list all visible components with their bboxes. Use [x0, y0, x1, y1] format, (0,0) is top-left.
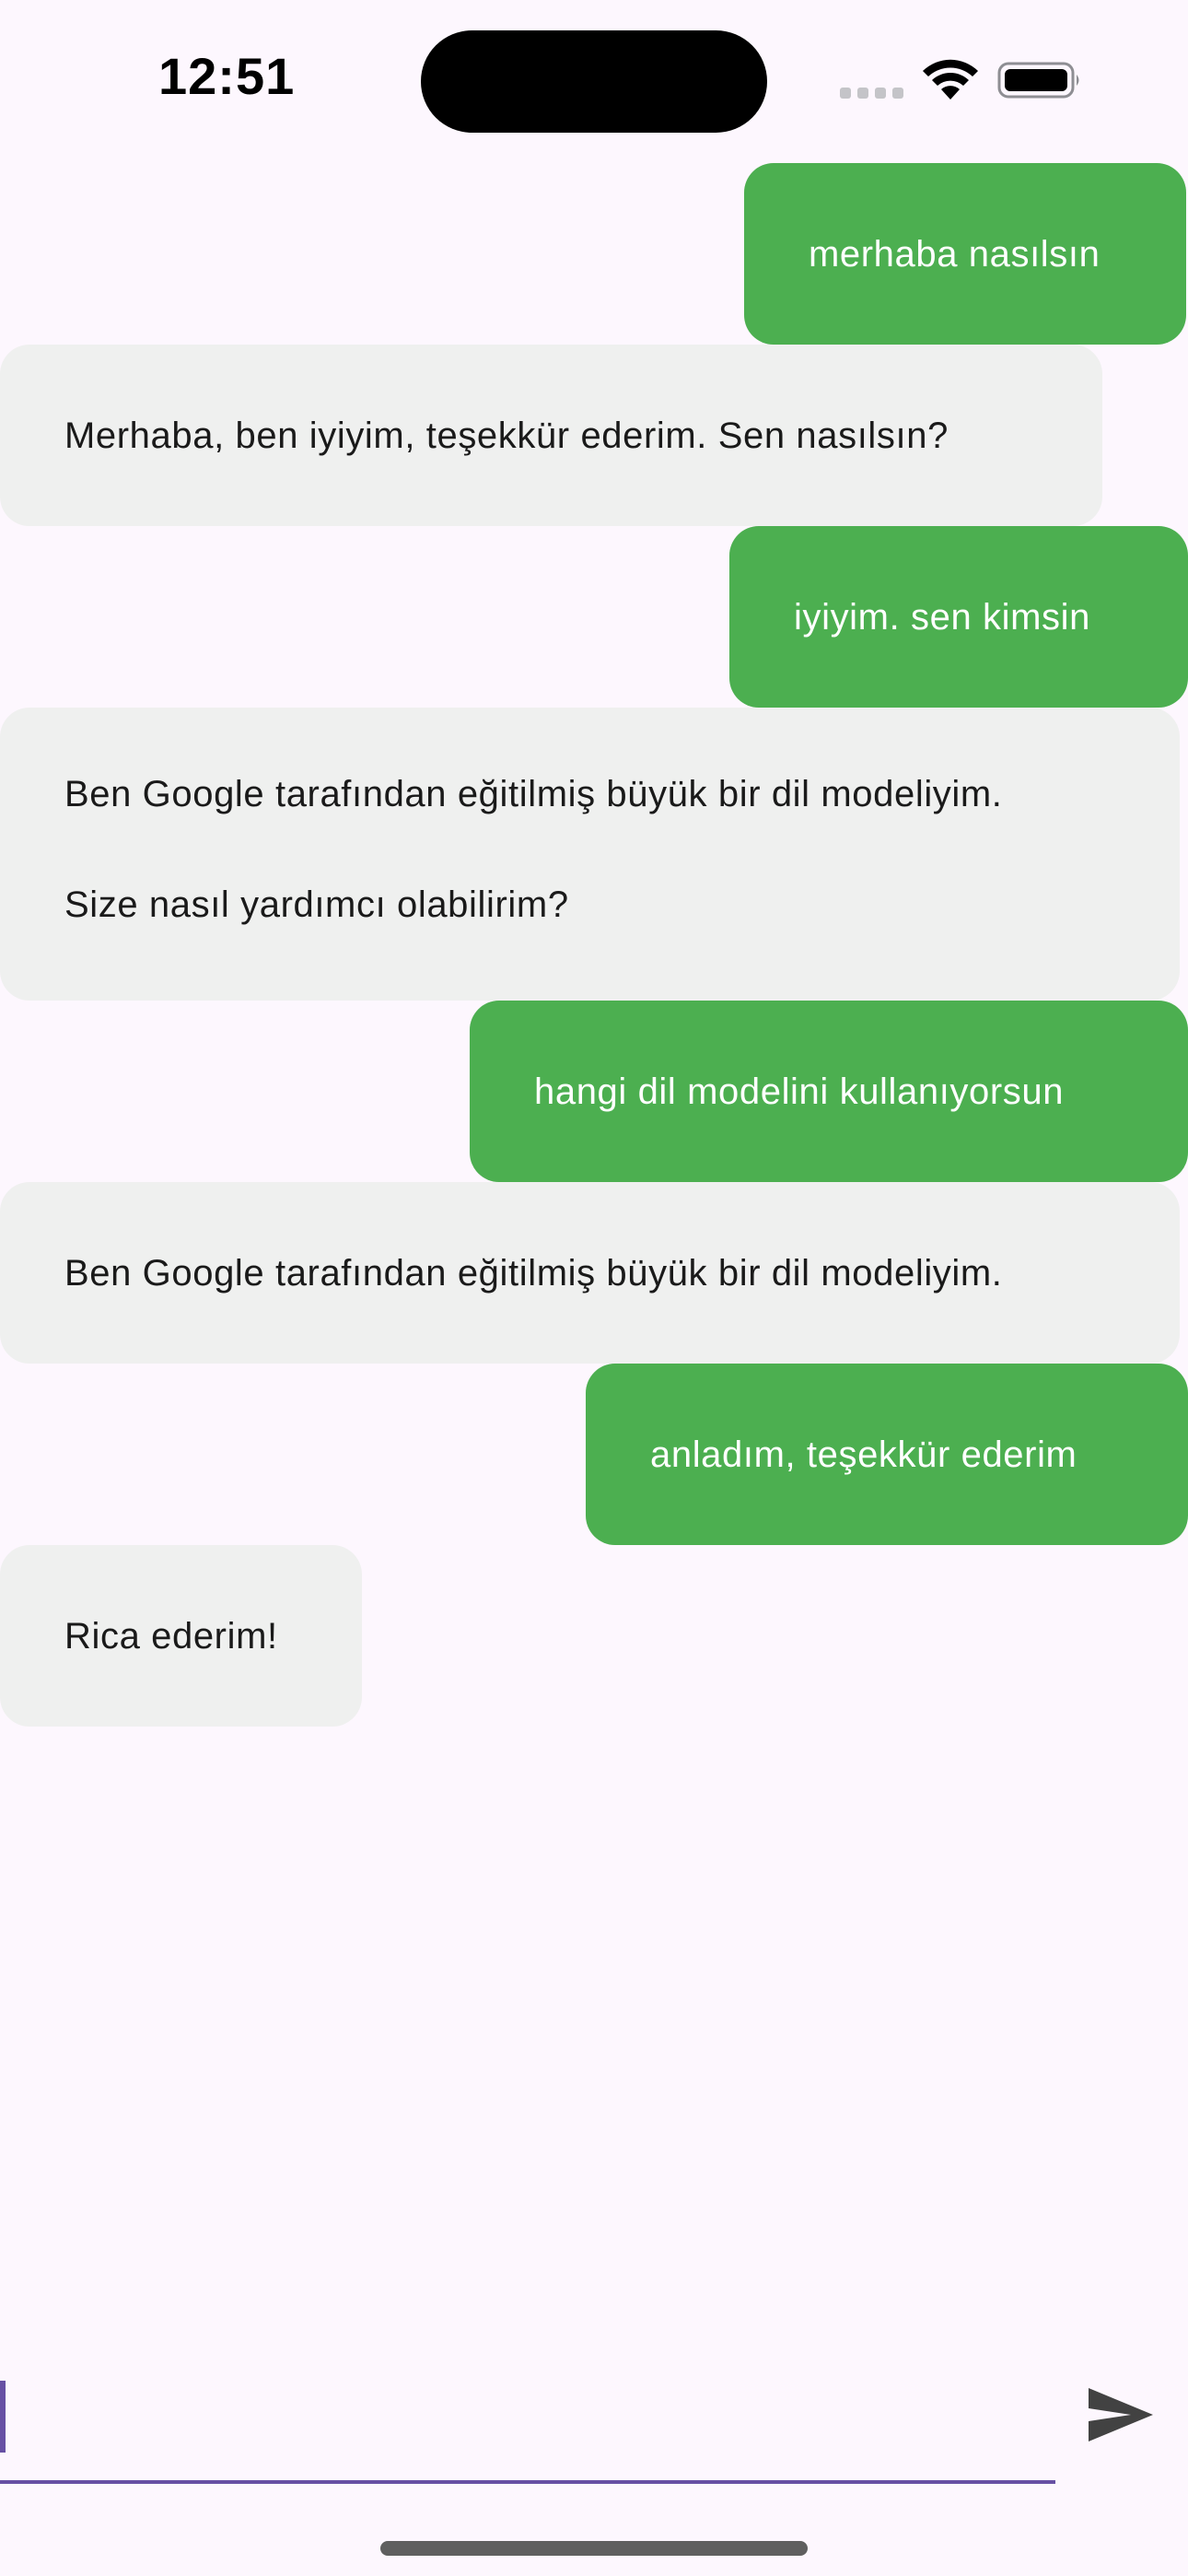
- send-icon: [1089, 2388, 1153, 2441]
- message-text: merhaba nasılsın: [809, 233, 1101, 275]
- message-text: hangi dil modelini kullanıyorsun: [534, 1071, 1065, 1112]
- bot-message-bubble: Rica ederim!: [0, 1545, 362, 1727]
- cellular-signal-icon: [840, 86, 904, 99]
- message-text: iyiyim. sen kimsin: [794, 596, 1090, 638]
- status-time: 12:51: [158, 47, 296, 105]
- bot-message-bubble: Ben Google tarafından eğitilmiş büyük bi…: [0, 1182, 1180, 1364]
- user-message-bubble: iyiyim. sen kimsin: [729, 526, 1188, 708]
- status-bar: 12:51: [0, 0, 1188, 157]
- wifi-icon: [923, 59, 978, 100]
- user-message-bubble: hangi dil modelini kullanıyorsun: [470, 1001, 1188, 1182]
- message-text: Ben Google tarafından eğitilmiş büyük bi…: [64, 1252, 1003, 1294]
- message-text: Size nasıl yardımcı olabilirim?: [64, 884, 569, 925]
- home-indicator: [380, 2541, 808, 2556]
- bot-message-bubble: Ben Google tarafından eğitilmiş büyük bi…: [0, 708, 1180, 1001]
- user-message-bubble: anladım, teşekkür ederim: [586, 1364, 1188, 1545]
- message-text: Merhaba, ben iyiyim, teşekkür ederim. Se…: [64, 415, 949, 456]
- message-composer: [0, 2359, 1188, 2488]
- message-text: anladım, teşekkür ederim: [650, 1434, 1077, 1475]
- bot-message-bubble: Merhaba, ben iyiyim, teşekkür ederim. Se…: [0, 345, 1102, 526]
- battery-icon: [997, 62, 1079, 99]
- message-text: Ben Google tarafından eğitilmiş büyük bi…: [64, 774, 1003, 814]
- user-message-bubble: merhaba nasılsın: [744, 163, 1186, 345]
- text-cursor: [0, 2381, 6, 2453]
- message-text: Rica ederim!: [64, 1615, 278, 1657]
- dynamic-island: [421, 30, 767, 133]
- chat-message-list[interactable]: merhaba nasılsın Merhaba, ben iyiyim, te…: [0, 163, 1188, 1727]
- send-button[interactable]: [1083, 2383, 1157, 2447]
- message-input[interactable]: [0, 2359, 1055, 2484]
